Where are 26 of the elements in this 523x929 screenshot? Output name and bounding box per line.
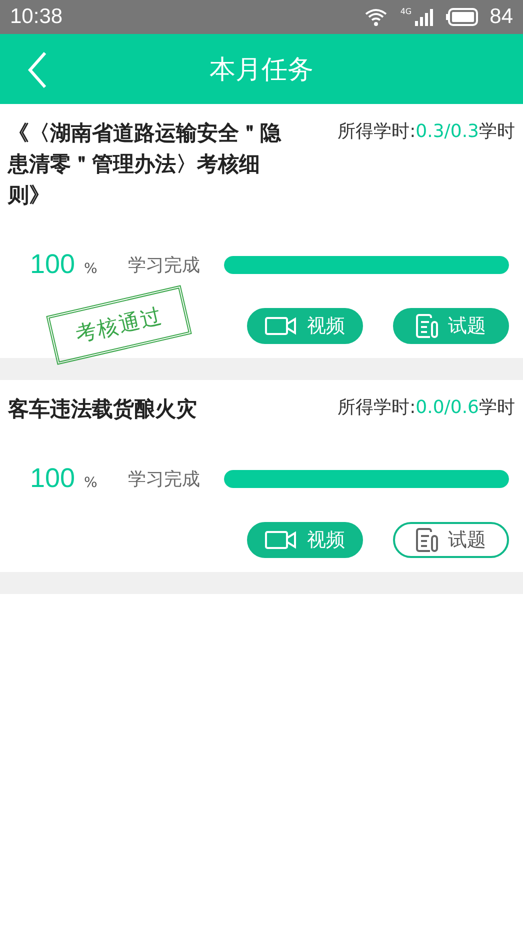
wifi-icon: [364, 7, 388, 27]
video-button[interactable]: 视频: [247, 522, 363, 558]
task-title: 《〈湖南省道路运输安全＂隐患清零＂管理办法〉考核细则》: [8, 120, 282, 209]
progress-percent: 100: [30, 249, 76, 280]
task-title: 客车违法载货酿火灾: [8, 396, 197, 423]
study-status: 学习完成: [128, 468, 201, 490]
percent-sign: %: [84, 474, 98, 490]
quiz-button[interactable]: 试题: [393, 308, 509, 344]
quiz-button[interactable]: 试题: [393, 522, 509, 558]
stamp-text: 考核通过: [72, 302, 166, 349]
video-button[interactable]: 视频: [247, 308, 363, 344]
study-status: 学习完成: [128, 254, 201, 276]
progress-percent: 100: [30, 463, 76, 494]
signal-icon: [414, 7, 434, 27]
page-title: 本月任务: [210, 54, 314, 86]
video-camera-icon: [265, 530, 297, 550]
study-hours: 所得学时:0.0/0.6学时: [338, 396, 515, 420]
video-camera-icon: [265, 316, 297, 336]
document-pen-icon: [416, 314, 438, 338]
status-time: 10:38: [10, 5, 63, 29]
document-pen-icon: [416, 528, 438, 552]
percent-sign: %: [84, 260, 98, 276]
study-hours: 所得学时:0.3/0.3学时: [338, 120, 515, 144]
battery-level: 84: [490, 5, 513, 29]
network-type: 4G: [400, 6, 412, 16]
battery-icon: [446, 8, 478, 26]
